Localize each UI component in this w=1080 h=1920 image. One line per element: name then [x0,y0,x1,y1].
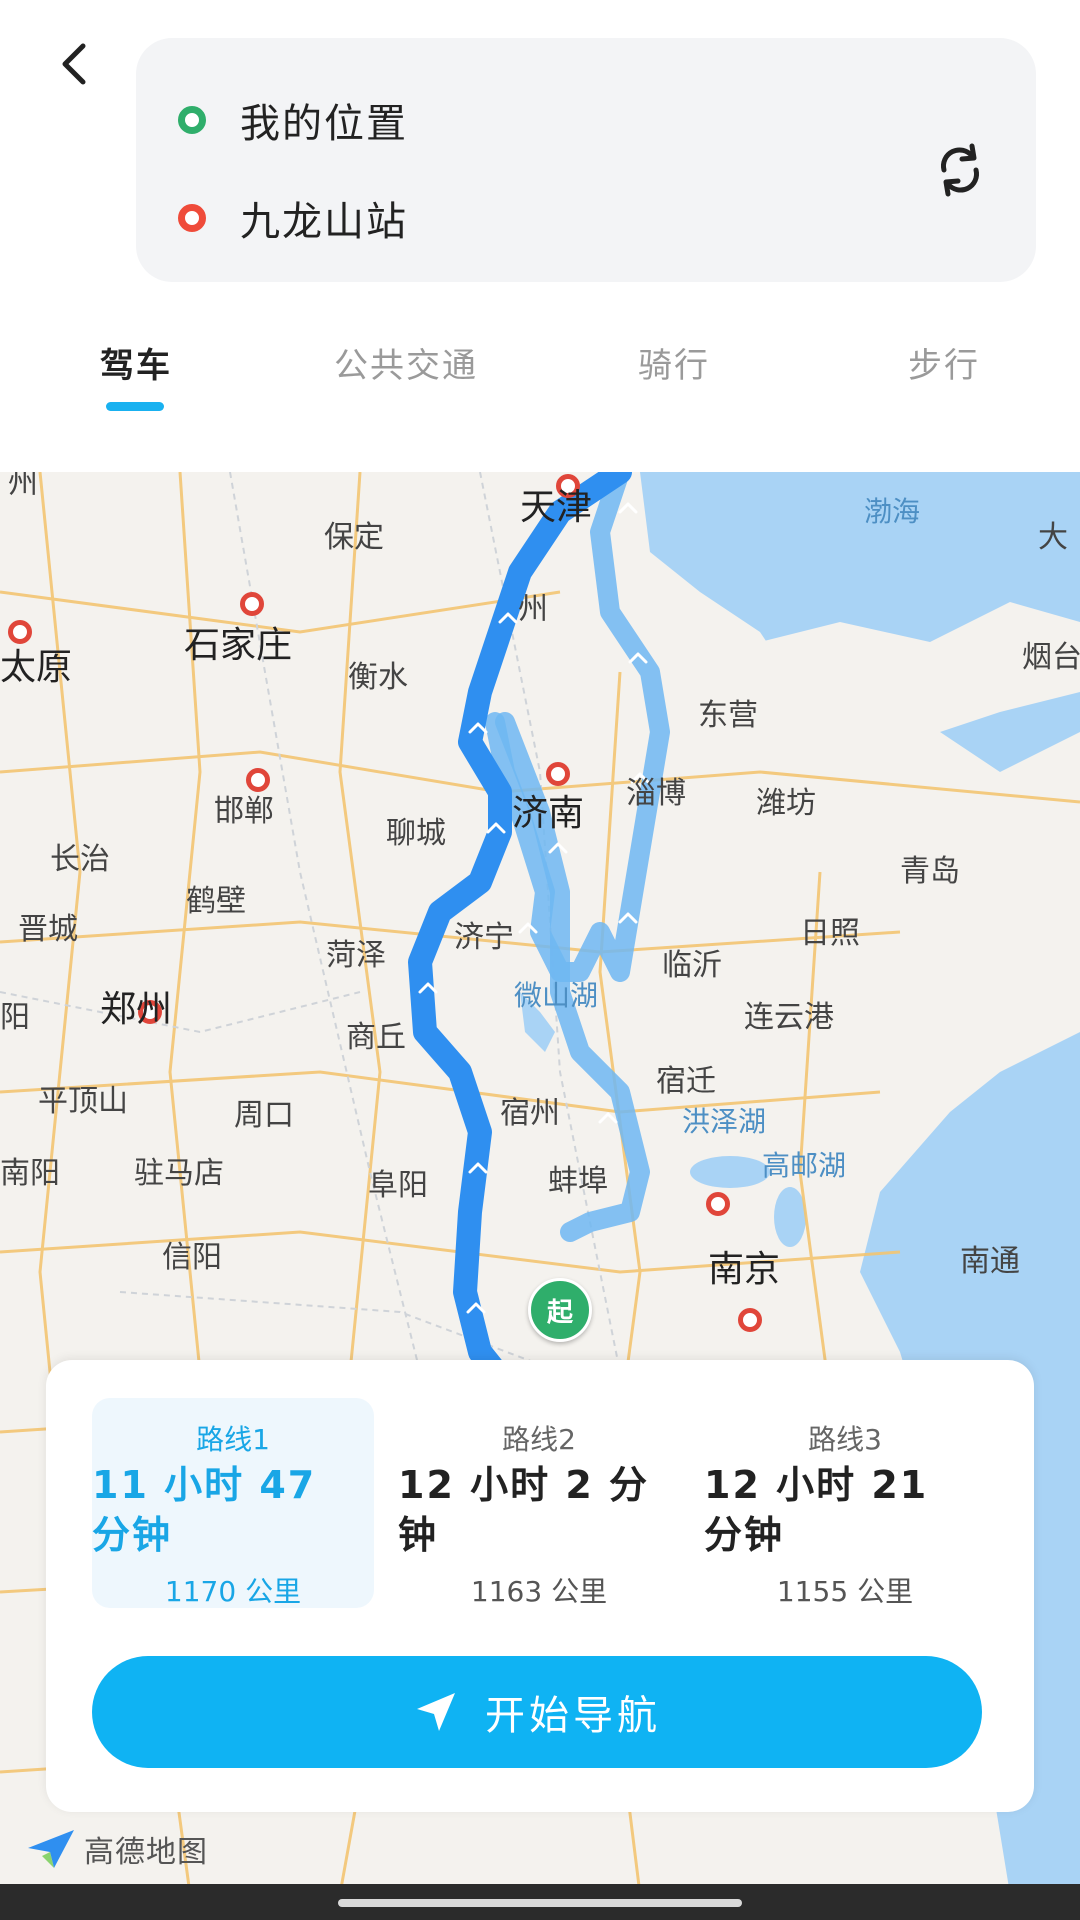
city-label: 保定 [324,520,384,555]
city-label: 州 [518,592,548,627]
city-label: 信阳 [162,1240,222,1275]
city-label: 连云港 [744,1000,834,1035]
amap-logo-text: 高德地图 [84,1835,208,1870]
city-label: 临沂 [662,948,722,983]
water-label: 高邮湖 [762,1149,847,1182]
city-label: 宿迁 [656,1064,716,1099]
start-navigation-label: 开始导航 [485,1693,661,1739]
destination-text: 九龙山站 [240,199,408,245]
tab-driving[interactable]: 驾车 [96,338,176,387]
navigation-arrow-icon [413,1689,459,1735]
city-label: 邯郸 [214,794,274,829]
route-options-card: 路线1 11 小时 47 分钟 1170 公里 路线2 12 小时 2 分钟 1… [46,1360,1034,1812]
route-name: 路线3 [808,1423,882,1456]
route-duration: 12 小时 21 分钟 [704,1463,929,1557]
start-navigation-button[interactable]: 开始导航 [92,1656,982,1768]
city-pin [706,1192,730,1216]
chevron-left-icon [57,42,91,90]
city-label: 日照 [800,916,860,951]
city-label: 阜阳 [368,1168,428,1203]
city-label: 阳 [0,1000,30,1035]
city-label: 州 [8,472,38,501]
route-duration: 11 小时 47 分钟 [92,1463,317,1557]
city-label: 周口 [234,1098,294,1133]
city-label: 商丘 [346,1020,406,1055]
city-label: 石家庄 [184,625,293,666]
city-label: 济南 [512,793,585,834]
city-label: 济宁 [454,920,514,955]
water-label: 渤海 [864,495,921,528]
route-duration: 12 小时 2 分钟 [398,1463,650,1557]
city-pin [240,592,264,616]
city-label: 聊城 [386,816,446,851]
start-location-field[interactable]: 我的位置 [178,90,408,150]
swap-button[interactable] [922,134,998,210]
water-label: 微山湖 [514,979,599,1012]
city-pin [738,1308,762,1332]
city-label: 菏泽 [326,938,386,973]
amap-logo: 高德地图 [24,1826,208,1872]
city-label: 潍坊 [756,786,816,821]
city-label: 烟台 [1022,640,1080,675]
city-label: 淄博 [626,776,686,811]
city-label: 长治 [50,842,110,877]
tab-cycling[interactable]: 骑行 [634,338,714,387]
city-label: 大 [1038,520,1068,555]
city-label: 郑州 [100,989,173,1030]
city-label: 天津 [520,487,593,528]
route-option-1[interactable]: 路线1 11 小时 47 分钟 1170 公里 [92,1398,374,1608]
city-label: 衡水 [348,660,408,695]
route-name: 路线1 [196,1423,270,1456]
start-dot-icon [178,106,206,134]
route-start-marker[interactable]: 起 [528,1278,592,1342]
city-label: 鹤壁 [186,884,246,919]
city-label: 晋城 [18,912,78,947]
start-location-text: 我的位置 [240,101,408,147]
tab-public-transit[interactable]: 公共交通 [326,338,486,387]
route-name: 路线2 [502,1423,576,1456]
route-option-2[interactable]: 路线2 12 小时 2 分钟 1163 公里 [398,1398,680,1608]
swap-refresh-icon [934,142,986,202]
city-label: 南京 [708,1249,781,1290]
destination-dot-icon [178,204,206,232]
route-option-3[interactable]: 路线3 12 小时 21 分钟 1155 公里 [704,1398,986,1608]
home-indicator[interactable] [338,1899,742,1907]
amap-logo-icon [24,1826,78,1872]
back-button[interactable] [44,36,104,96]
city-label: 东营 [698,698,758,733]
water-label: 洪泽湖 [682,1105,767,1138]
active-tab-indicator [106,402,164,411]
route-distance: 1170 公里 [164,1575,302,1608]
city-label: 平顶山 [38,1084,128,1119]
route-distance: 1163 公里 [470,1575,608,1608]
destination-field[interactable]: 九龙山站 [178,188,408,248]
route-input-box: 我的位置 九龙山站 [136,38,1036,282]
city-label: 南阳 [0,1156,60,1191]
city-label: 宿州 [500,1096,560,1131]
city-label: 蚌埠 [548,1164,608,1199]
city-pin [546,762,570,786]
city-label: 太原 [0,647,73,688]
city-label: 青岛 [900,854,960,889]
tab-walking[interactable]: 步行 [904,338,984,387]
city-label: 南通 [960,1244,1020,1279]
route-distance: 1155 公里 [776,1575,914,1608]
city-label: 驻马店 [134,1156,224,1191]
